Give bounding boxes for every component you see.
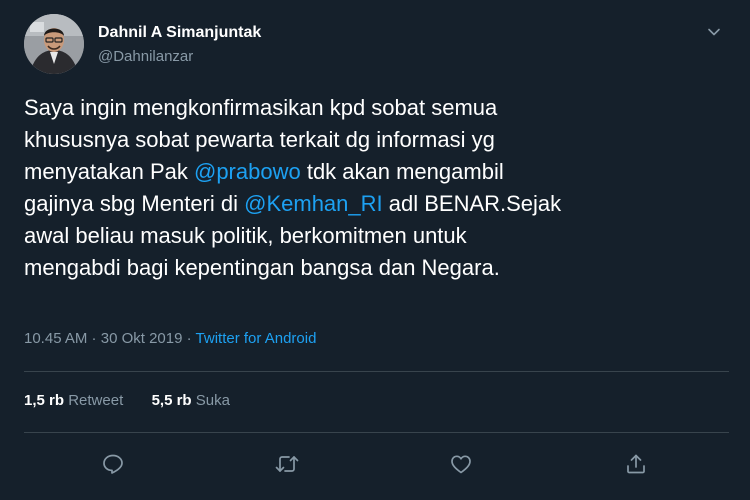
user-display-name[interactable]: Dahnil A Simanjuntak [98, 24, 261, 42]
like-label: Suka [195, 392, 230, 409]
retweet-icon[interactable] [269, 446, 305, 482]
tweet-source[interactable]: Twitter for Android [196, 330, 317, 347]
tweet-text-segment: tdk akan mengambil [300, 159, 504, 184]
tweet-text-line: mengabdi bagi kepentingan bangsa dan Neg… [24, 252, 714, 284]
avatar-photo [24, 14, 84, 74]
heart-icon[interactable] [443, 446, 479, 482]
retweet-stat[interactable]: 1,5 rb Retweet [24, 392, 123, 409]
action-bar [0, 446, 750, 482]
tweet-text-segment: awal beliau masuk politik, berkomitmen u… [24, 223, 467, 248]
meta-separator: · [87, 330, 101, 347]
tweet-text-segment: mengabdi bagi kepentingan bangsa dan Neg… [24, 255, 500, 280]
mention-link[interactable]: @Kemhan_RI [244, 191, 383, 216]
tweet-text-segment: gajinya sbg Menteri di [24, 191, 245, 216]
share-icon[interactable] [618, 446, 654, 482]
tweet-stats: 1,5 rb Retweet 5,5 rb Suka [24, 392, 230, 409]
tweet-text-line: gajinya sbg Menteri di @Kemhan_RI adl BE… [24, 188, 714, 220]
tweet-text-segment: khususnya sobat pewarta terkait dg infor… [24, 127, 495, 152]
tweet-text-segment: menyatakan Pak [24, 159, 194, 184]
tweet-meta: 10.45 AM · 30 Okt 2019 · Twitter for And… [24, 330, 316, 347]
tweet-text: Saya ingin mengkonfirmasikan kpd sobat s… [24, 92, 714, 284]
tweet-text-line: khususnya sobat pewarta terkait dg infor… [24, 124, 714, 156]
tweet-text-line: awal beliau masuk politik, berkomitmen u… [24, 220, 714, 252]
tweet-text-line: menyatakan Pak @prabowo tdk akan mengamb… [24, 156, 714, 188]
mention-link[interactable]: @prabowo [194, 159, 301, 184]
tweet-card: Dahnil A Simanjuntak @Dahnilanzar Saya i… [0, 0, 750, 500]
meta-separator: · [182, 330, 196, 347]
retweet-label: Retweet [68, 392, 124, 409]
tweet-text-segment: Saya ingin mengkonfirmasikan kpd sobat s… [24, 95, 498, 120]
tweet-time[interactable]: 10.45 AM [24, 330, 87, 347]
tweet-text-segment: adl BENAR.Sejak [382, 191, 562, 216]
retweet-count: 1,5 rb [24, 392, 65, 409]
like-count: 5,5 rb [151, 392, 192, 409]
user-handle[interactable]: @Dahnilanzar [98, 48, 193, 65]
reply-icon[interactable] [95, 446, 131, 482]
tweet-date[interactable]: 30 Okt 2019 [101, 330, 183, 347]
divider [24, 432, 729, 433]
tweet-text-line: Saya ingin mengkonfirmasikan kpd sobat s… [24, 92, 714, 124]
divider [24, 371, 729, 372]
like-stat[interactable]: 5,5 rb Suka [152, 392, 230, 409]
avatar[interactable] [24, 14, 84, 74]
chevron-down-icon[interactable] [700, 18, 728, 46]
